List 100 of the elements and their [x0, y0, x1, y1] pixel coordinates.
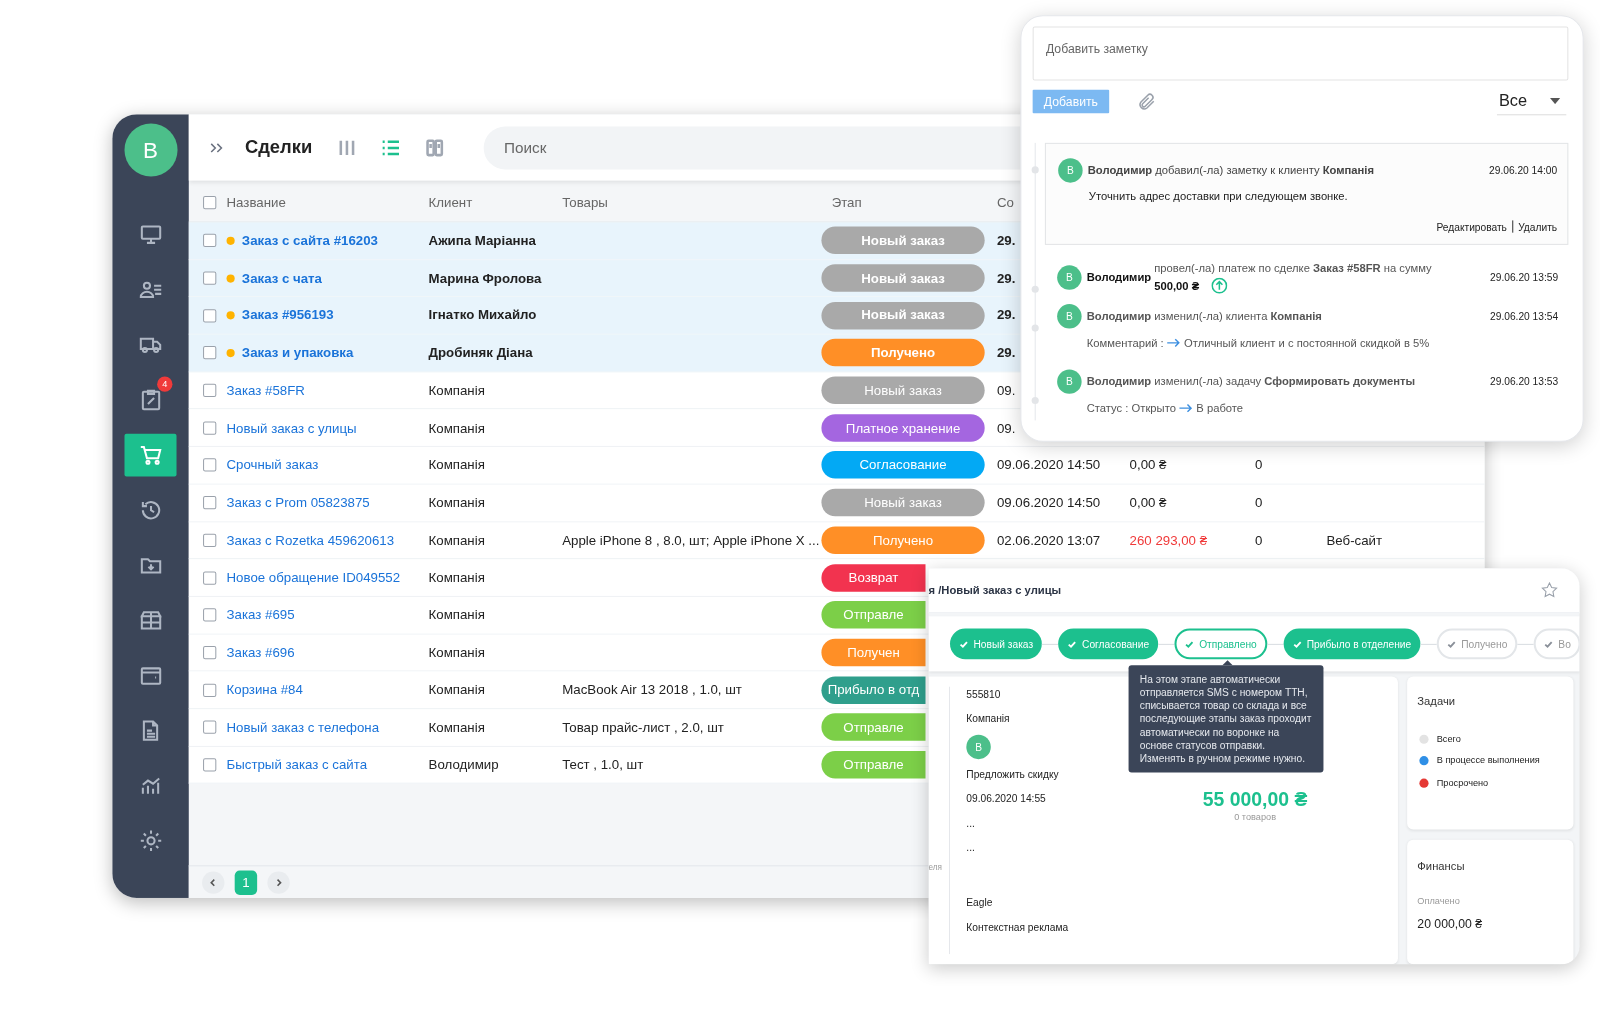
checkbox[interactable] [203, 496, 217, 510]
table-cell-text: Компанія [428, 568, 485, 587]
stage-badge[interactable]: Возврат [821, 563, 926, 592]
checkbox[interactable] [203, 421, 217, 435]
change-to-text: Отличный клиент и с постоянной скидкой в 5% [1184, 335, 1430, 351]
checkbox[interactable] [203, 234, 217, 248]
stage-step[interactable]: Новый заказ [950, 628, 1043, 660]
table-cell-text: 29. [996, 269, 1016, 288]
column-header[interactable]: Товары [562, 192, 608, 213]
table-cell-text: MacBook Air 13 2018 , 1.0, шт [562, 681, 742, 700]
star-icon[interactable] [1539, 580, 1560, 600]
checkbox[interactable] [203, 383, 217, 398]
stage-step[interactable]: Прибыло в отделение [1283, 628, 1421, 660]
deal-link[interactable]: Новое обращение ID049552 [226, 567, 401, 588]
stage-badge[interactable]: Новый заказ [821, 301, 985, 330]
note-field[interactable]: Добавить заметку [1032, 26, 1569, 81]
checkbox[interactable] [203, 758, 217, 772]
view-toggle[interactable] [424, 137, 445, 158]
deal-link[interactable]: Срочный заказ [226, 455, 319, 476]
checkbox[interactable] [203, 683, 217, 697]
deal-link[interactable]: Заказ #956193 [241, 305, 334, 326]
note-action-link[interactable]: Редактировать [1436, 218, 1507, 235]
column-header[interactable]: Название [226, 192, 286, 213]
stage-step[interactable]: Во [1533, 628, 1580, 660]
check-icon [959, 639, 969, 649]
checkbox[interactable] [203, 570, 217, 585]
page-button[interactable]: 1 [234, 869, 258, 895]
table-cell-text: Товар прайс-лист , 2.0, шт [562, 718, 724, 737]
deal-link[interactable]: Новый заказ с телефона [226, 717, 379, 738]
checkbox[interactable] [203, 608, 217, 622]
stage-badge[interactable]: Новый заказ [821, 264, 985, 292]
next-page-button[interactable] [267, 870, 290, 894]
table-cell-text: Компанія [428, 718, 485, 737]
stage-badge[interactable]: Новый заказ [821, 488, 985, 517]
stage-step[interactable]: Согласование [1058, 628, 1159, 660]
column-header[interactable]: Клиент [428, 192, 473, 213]
deal-link[interactable]: Заказ с Rozetka 459620613 [226, 530, 395, 551]
sidebar-item[interactable]: 4 [124, 378, 177, 422]
user-avatar: В [1057, 264, 1082, 290]
activity-text: Володимир изменил(-ла) клиента Компанія [1086, 308, 1322, 325]
check-icon [1544, 639, 1554, 649]
checkbox[interactable] [203, 533, 217, 547]
search-field[interactable]: Поиск [483, 126, 1021, 169]
legend-label: Просрочено [1436, 776, 1489, 790]
payment-amount: 500,00 ₴ [1154, 278, 1200, 294]
deal-link[interactable]: Быстрый заказ с сайта [226, 754, 368, 775]
deal-link[interactable]: Заказ и упаковка [241, 343, 354, 363]
checkbox[interactable] [203, 346, 217, 360]
stage-badge[interactable]: Получено [821, 526, 985, 554]
previous-page-button[interactable] [202, 870, 225, 894]
checkbox[interactable] [203, 271, 217, 285]
field-value: Компанія [966, 713, 1010, 726]
filter-dropdown[interactable]: Все [1496, 87, 1567, 116]
change-from-text: Комментарий : [1086, 335, 1164, 351]
stage-badge[interactable]: Согласование [821, 451, 985, 480]
stage-badge[interactable]: Платное хранение [821, 414, 985, 442]
table-cell-text: Ігнатко Михайло [428, 306, 537, 325]
stage-badge[interactable]: Новый заказ [821, 226, 985, 255]
deal-link[interactable]: Заказ #696 [226, 642, 295, 663]
column-header[interactable]: Этап [821, 192, 862, 213]
stage-badge[interactable]: Получен [821, 638, 926, 667]
deal-link[interactable]: Заказ #58FR [226, 380, 305, 401]
table-cell-text: Компанія [428, 381, 485, 400]
table-cell-text: 09.06.2020 14:50 [996, 456, 1101, 475]
table-cell-text: Компанія [428, 456, 485, 475]
column-header[interactable]: Со [996, 192, 1014, 213]
page-title: Сделки [244, 135, 313, 160]
deal-link[interactable]: Новый заказ с улицы [226, 417, 357, 438]
timestamp: 29.06.20 13:59 [1490, 270, 1559, 285]
user-avatar: В [1058, 158, 1083, 183]
checkbox[interactable] [203, 645, 217, 660]
stage-step[interactable]: Отправлено [1174, 628, 1267, 660]
checkbox[interactable] [203, 458, 217, 472]
field-label: еля [928, 862, 943, 875]
stage-badge[interactable]: Новый заказ [821, 376, 985, 405]
add-button[interactable]: Добавить [1032, 89, 1110, 114]
activity-text: Володимир изменил(-ла) задачу Сформировать документы [1086, 373, 1416, 389]
user-avatar[interactable]: В [124, 123, 178, 177]
deal-link[interactable]: Заказ с Prom 05823875 [226, 492, 370, 513]
deal-link[interactable]: Заказ с сайта #16203 [241, 230, 378, 251]
table-cell-text: 260 293,00 ₴ [1129, 531, 1208, 550]
deal-link[interactable]: Заказ #695 [226, 605, 295, 625]
panel-title: Финансы [1417, 859, 1466, 875]
table-cell-text: Компанія [428, 493, 485, 513]
deal-link[interactable]: Заказ с чата [241, 268, 322, 289]
table-cell-text: Ажипа Маріанна [428, 231, 536, 251]
stage-badge[interactable]: Получено [821, 339, 985, 367]
checkbox[interactable] [203, 195, 217, 210]
sidebar-item[interactable] [124, 433, 177, 477]
stage-badge[interactable]: Прибыло в отд [821, 676, 926, 704]
table-cell-text: 0 [1255, 531, 1263, 550]
table-cell-text: Компанія [428, 531, 485, 550]
stage-step[interactable]: Получено [1436, 628, 1518, 660]
table-cell-text: Марина Фролова [428, 269, 542, 288]
checkbox[interactable] [203, 308, 217, 323]
note-action-link[interactable]: Удалить [1518, 218, 1558, 235]
field-label: Оплачено [1417, 894, 1461, 908]
checkbox[interactable] [203, 720, 217, 734]
deal-link[interactable]: Корзина #84 [226, 679, 303, 700]
field-value: ... [966, 841, 975, 855]
